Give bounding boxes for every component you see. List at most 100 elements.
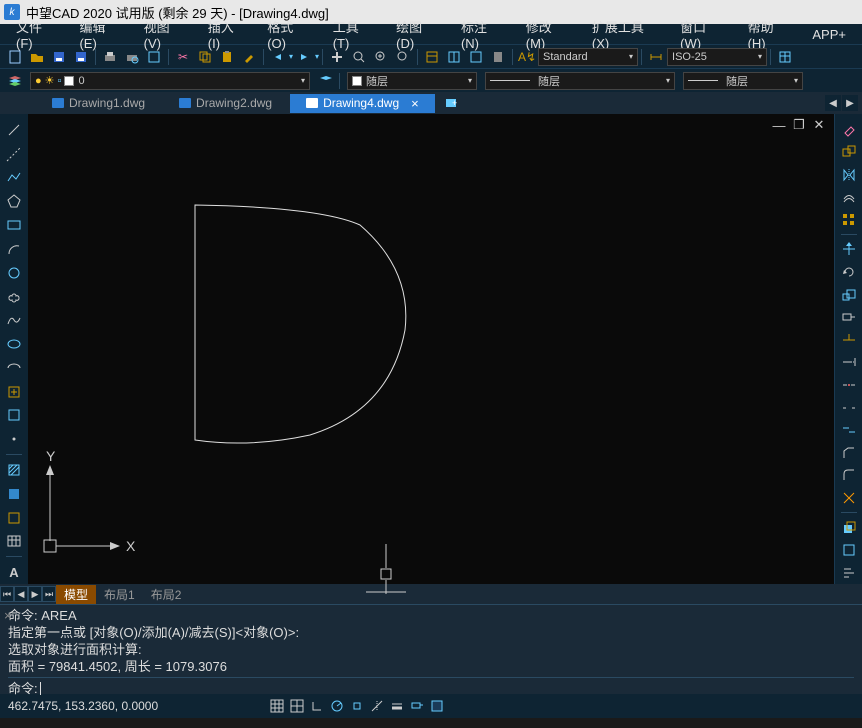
properties-icon[interactable] (423, 48, 441, 66)
layer-manager-icon[interactable] (6, 72, 24, 90)
menu-format[interactable]: 格式(O) (255, 17, 320, 51)
menu-help[interactable]: 帮助(H) (736, 17, 801, 51)
break-at-point-icon[interactable] (839, 376, 859, 395)
text-style-dropdown[interactable]: Standard ▾ (538, 48, 638, 66)
copy-icon[interactable] (196, 48, 214, 66)
layer-dropdown[interactable]: ● ☀ ▫ 0 ▾ (30, 72, 310, 90)
menu-insert[interactable]: 插入(I) (196, 17, 255, 51)
coordinate-display[interactable]: 462.7475, 153.2360, 0.0000 (8, 699, 208, 713)
drawing-canvas[interactable]: — ❐ ✕ Y X (28, 114, 834, 584)
color-dropdown[interactable]: 随层 ▾ (347, 72, 477, 90)
lwt-icon[interactable] (388, 697, 406, 715)
menu-app[interactable]: APP+ (800, 27, 858, 42)
restore-icon[interactable]: ❐ (792, 118, 806, 132)
menu-dim[interactable]: 标注(N) (449, 17, 514, 51)
doc-tab[interactable]: Drawing2.dwg (163, 94, 288, 112)
extend-icon[interactable] (839, 353, 859, 372)
circle-icon[interactable] (4, 263, 24, 283)
annotation-scale-icon[interactable]: A↯ (518, 48, 536, 66)
publish-icon[interactable] (145, 48, 163, 66)
new-icon[interactable] (6, 48, 24, 66)
construction-line-icon[interactable] (4, 144, 24, 164)
model-toggle-icon[interactable] (428, 697, 446, 715)
ellipse-icon[interactable] (4, 334, 24, 354)
match-icon[interactable] (240, 48, 258, 66)
redo-dropdown-icon[interactable]: ▾ (315, 52, 319, 61)
zoom-realtime-icon[interactable] (350, 48, 368, 66)
move-icon[interactable] (839, 240, 859, 259)
open-icon[interactable] (28, 48, 46, 66)
region-icon[interactable] (4, 508, 24, 528)
polyline-icon[interactable] (4, 168, 24, 188)
undo-icon[interactable] (269, 48, 287, 66)
menu-draw[interactable]: 绘图(D) (384, 17, 449, 51)
cut-icon[interactable]: ✂ (174, 48, 192, 66)
redo-icon[interactable] (295, 48, 313, 66)
otrack-icon[interactable] (368, 697, 386, 715)
menu-window[interactable]: 窗口(W) (668, 17, 735, 51)
hatch-icon[interactable] (4, 460, 24, 480)
tab-scroll-left-icon[interactable]: ◀ (825, 95, 841, 111)
ellipse-arc-icon[interactable] (4, 358, 24, 378)
command-line[interactable]: × 命令: AREA 指定第一点或 [对象(O)/添加(A)/减去(S)]<对象… (0, 604, 862, 694)
draworder-icon[interactable] (839, 518, 859, 537)
calc-icon[interactable] (489, 48, 507, 66)
dim-style-icon[interactable] (647, 48, 665, 66)
menu-view[interactable]: 视图(V) (132, 17, 196, 51)
undo-dropdown-icon[interactable]: ▾ (289, 52, 293, 61)
tab-scroll-right-icon[interactable]: ▶ (842, 95, 858, 111)
zoom-window-icon[interactable] (372, 48, 390, 66)
grid-icon[interactable] (288, 697, 306, 715)
polar-icon[interactable] (328, 697, 346, 715)
menu-tools[interactable]: 工具(T) (321, 17, 384, 51)
arc-icon[interactable] (4, 239, 24, 259)
revcloud-icon[interactable] (4, 287, 24, 307)
tab-prev-icon[interactable]: ◀ (14, 586, 28, 602)
layout2-tab[interactable]: 布局2 (143, 585, 190, 604)
close-cmdline-icon[interactable]: × (4, 607, 12, 624)
offset-icon[interactable] (839, 188, 859, 207)
linetype-dropdown[interactable]: 随层 ▾ (485, 72, 675, 90)
layer-prev-icon[interactable] (316, 72, 334, 90)
join-icon[interactable] (839, 421, 859, 440)
paste-icon[interactable] (218, 48, 236, 66)
menu-ext[interactable]: 扩展工具(X) (580, 17, 668, 51)
array-icon[interactable] (839, 210, 859, 229)
line-icon[interactable] (4, 120, 24, 140)
make-block-icon[interactable] (4, 406, 24, 426)
tab-first-icon[interactable]: ⏮ (0, 586, 14, 602)
spline-icon[interactable] (4, 310, 24, 330)
tab-next-icon[interactable]: ▶ (28, 586, 42, 602)
layout1-tab[interactable]: 布局1 (96, 585, 143, 604)
print-preview-icon[interactable] (123, 48, 141, 66)
tool-palette-icon[interactable] (467, 48, 485, 66)
ortho-icon[interactable] (308, 697, 326, 715)
mtext-icon[interactable]: A (4, 562, 24, 582)
lineweight-dropdown[interactable]: 随层 ▾ (683, 72, 803, 90)
design-center-icon[interactable] (445, 48, 463, 66)
rotate-icon[interactable] (839, 263, 859, 282)
print-icon[interactable] (101, 48, 119, 66)
zoom-prev-icon[interactable] (394, 48, 412, 66)
doc-tab[interactable]: Drawing1.dwg (36, 94, 161, 112)
gradient-icon[interactable] (4, 484, 24, 504)
align-icon[interactable] (839, 563, 859, 582)
close-tab-icon[interactable]: × (411, 96, 419, 111)
fillet-icon[interactable] (839, 466, 859, 485)
saveas-icon[interactable] (72, 48, 90, 66)
stretch-icon[interactable] (839, 308, 859, 327)
solid-edit-icon[interactable] (839, 541, 859, 560)
table-style-icon[interactable] (776, 48, 794, 66)
dim-style-dropdown[interactable]: ISO-25 ▾ (667, 48, 767, 66)
chamfer-icon[interactable] (839, 443, 859, 462)
insert-block-icon[interactable] (4, 382, 24, 402)
minimize-icon[interactable]: — (772, 118, 786, 132)
new-tab-icon[interactable]: + (443, 94, 461, 112)
break-icon[interactable] (839, 398, 859, 417)
copy-object-icon[interactable] (839, 143, 859, 162)
point-icon[interactable] (4, 429, 24, 449)
trim-icon[interactable] (839, 330, 859, 349)
doc-tab-active[interactable]: Drawing4.dwg × (290, 94, 435, 113)
snap-icon[interactable] (268, 697, 286, 715)
scale-icon[interactable] (839, 285, 859, 304)
